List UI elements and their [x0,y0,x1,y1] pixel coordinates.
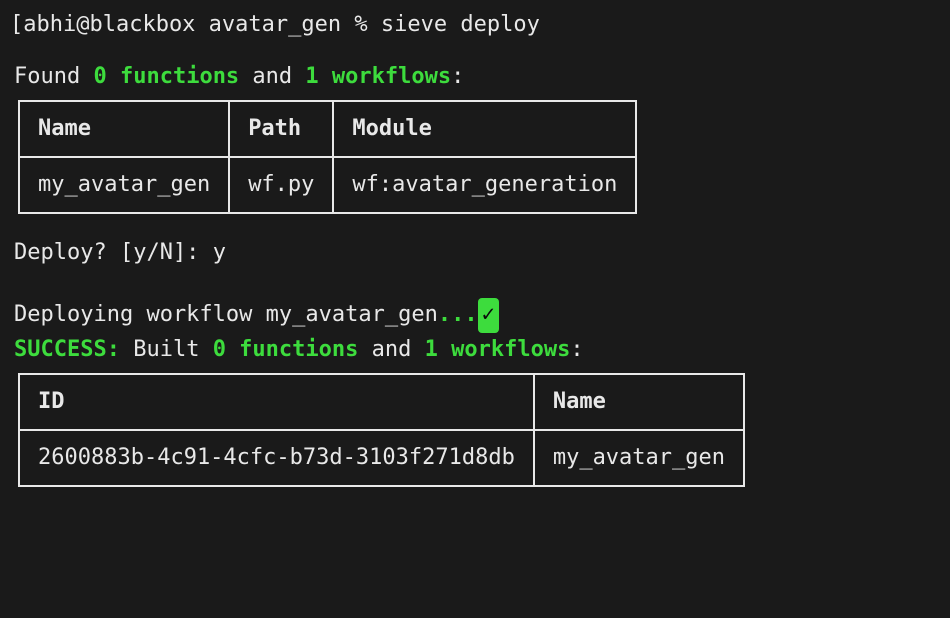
col-id: ID [19,374,534,430]
found-summary: Found 0 functions and 1 workflows: [10,60,940,94]
success-label: SUCCESS: [14,337,120,362]
deploying-status: Deploying workflow my_avatar_gen...✓ [10,298,940,332]
check-icon: ✓ [478,298,499,332]
cell-path: wf.py [229,157,333,213]
shell-prompt: [abhi@blackbox avatar_gen % sieve deploy [10,8,940,42]
cell-id: 2600883b-4c91-4cfc-b73d-3103f271d8db [19,430,534,486]
success-mid: and [358,337,424,362]
found-functions-count: 0 functions [93,64,239,89]
table-row: 2600883b-4c91-4cfc-b73d-3103f271d8db my_… [19,430,744,486]
success-built: Built [120,337,213,362]
cell-name: my_avatar_gen [19,157,229,213]
found-mid: and [239,64,305,89]
table-header-row: ID Name [19,374,744,430]
deploying-dots: ... [438,302,478,327]
cell-name: my_avatar_gen [534,430,744,486]
found-prefix: Found [14,64,93,89]
deploying-text: Deploying workflow my_avatar_gen [14,302,438,327]
command-text: sieve deploy [381,12,540,37]
col-module: Module [333,101,636,157]
table-row: my_avatar_gen wf.py wf:avatar_generation [19,157,636,213]
deployed-table: ID Name 2600883b-4c91-4cfc-b73d-3103f271… [18,373,745,487]
cell-module: wf:avatar_generation [333,157,636,213]
found-workflows-count: 1 workflows [305,64,451,89]
found-suffix: : [451,64,464,89]
table-header-row: Name Path Module [19,101,636,157]
success-workflows-count: 1 workflows [425,337,571,362]
deploy-question: Deploy? [y/N]: [14,240,213,265]
deploy-answer[interactable]: y [213,240,226,265]
prompt-prefix: [abhi@blackbox avatar_gen % [10,12,381,37]
workflows-table: Name Path Module my_avatar_gen wf.py wf:… [18,100,637,214]
col-name: Name [534,374,744,430]
col-name: Name [19,101,229,157]
deploy-confirmation: Deploy? [y/N]: y [10,236,940,270]
success-functions-count: 0 functions [213,337,359,362]
success-summary: SUCCESS: Built 0 functions and 1 workflo… [10,333,940,367]
col-path: Path [229,101,333,157]
success-suffix: : [570,337,583,362]
